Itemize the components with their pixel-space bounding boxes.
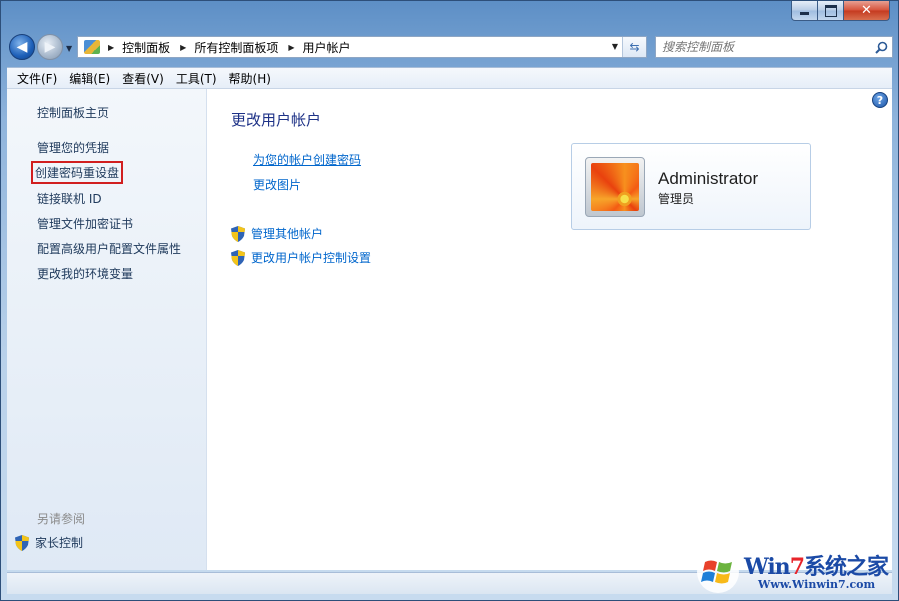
uac-shield-icon [15, 534, 29, 551]
page-title: 更改用户帐户 [231, 111, 322, 129]
content-area: 控制面板主页 管理您的凭据 创建密码重设盘 链接联机 ID 管理文件加密证书 配… [7, 89, 892, 570]
user-name: Administrator [658, 169, 759, 188]
menu-help[interactable]: 帮助(H) [223, 70, 277, 87]
arrow-right-icon: ▶ [44, 39, 56, 55]
breadcrumb-control-panel[interactable]: 控制面板 [122, 39, 170, 56]
parental-controls-link[interactable]: 家长控制 [15, 534, 83, 551]
search-box[interactable] [655, 36, 893, 58]
see-also-heading: 另请参阅 [37, 512, 86, 526]
manage-other-accounts-link[interactable]: 管理其他帐户 [231, 225, 323, 242]
menu-view[interactable]: 查看(V) [116, 70, 170, 87]
refresh-button[interactable]: ⇆ [622, 37, 646, 57]
uac-settings-label: 更改用户帐户控制设置 [251, 251, 372, 265]
watermark-logo: Win7系统之家 Www.Winwin7.com [696, 548, 892, 596]
control-panel-icon [84, 40, 100, 54]
watermark-url: Www.Winwin7.com [758, 578, 876, 591]
back-button[interactable]: ◀ [9, 34, 35, 60]
user-account-tile[interactable]: Administrator 管理员 [571, 143, 811, 230]
forward-button[interactable]: ▶ [37, 34, 63, 60]
minimize-button[interactable] [791, 1, 818, 21]
maximize-button[interactable] [818, 1, 844, 21]
change-picture-link[interactable]: 更改图片 [253, 176, 301, 193]
breadcrumb-all-items[interactable]: 所有控制面板项 [194, 39, 278, 56]
close-button[interactable]: ✕ [844, 1, 890, 21]
navigation-bar: ◀ ▶ ▼ ▶ 控制面板 ▶ 所有控制面板项 ▶ 用户帐户 ▼ ⇆ [7, 31, 893, 61]
flower-picture-icon [591, 163, 639, 211]
create-password-link[interactable]: 为您的帐户创建密码 [253, 151, 361, 168]
chevron-right-icon[interactable]: ▶ [180, 43, 186, 52]
manage-credentials-link[interactable]: 管理您的凭据 [37, 139, 109, 156]
close-icon: ✕ [861, 3, 872, 18]
search-input[interactable] [656, 40, 870, 54]
user-role: 管理员 [658, 192, 695, 206]
main-pane: ? 更改用户帐户 为您的帐户创建密码 更改图片 管理其他帐户 更改用户帐户控制设… [207, 89, 892, 570]
control-panel-home-link[interactable]: 控制面板主页 [37, 104, 109, 121]
uac-shield-icon [231, 225, 245, 242]
caption-buttons: ✕ [791, 1, 890, 21]
link-online-id-link[interactable]: 链接联机 ID [37, 190, 102, 207]
menu-file[interactable]: 文件(F) [11, 70, 63, 87]
menu-bar: 文件(F) 编辑(E) 查看(V) 工具(T) 帮助(H) [7, 67, 892, 89]
menu-tools[interactable]: 工具(T) [170, 70, 223, 87]
manage-other-accounts-label: 管理其他帐户 [251, 227, 324, 241]
arrow-left-icon: ◀ [16, 39, 28, 55]
chevron-right-icon[interactable]: ▶ [108, 43, 114, 52]
windows-logo-icon [697, 551, 739, 593]
help-button[interactable]: ? [872, 92, 888, 108]
menu-edit[interactable]: 编辑(E) [63, 70, 116, 87]
recent-pages-dropdown[interactable]: ▼ [66, 44, 72, 53]
uac-settings-link[interactable]: 更改用户帐户控制设置 [231, 249, 371, 266]
address-dropdown-icon[interactable]: ▼ [612, 42, 618, 51]
avatar[interactable] [585, 157, 645, 217]
create-password-reset-disk-link[interactable]: 创建密码重设盘 [30, 161, 124, 184]
uac-shield-icon [231, 249, 245, 266]
address-bar[interactable]: ▶ 控制面板 ▶ 所有控制面板项 ▶ 用户帐户 ▼ ⇆ [77, 36, 647, 58]
question-icon: ? [876, 93, 884, 107]
left-task-pane: 控制面板主页 管理您的凭据 创建密码重设盘 链接联机 ID 管理文件加密证书 配… [7, 89, 207, 570]
manage-encryption-certificates-link[interactable]: 管理文件加密证书 [37, 215, 133, 232]
environment-variables-link[interactable]: 更改我的环境变量 [37, 265, 133, 282]
control-panel-window: ✕ ◀ ▶ ▼ ▶ 控制面板 ▶ 所有控制面板项 ▶ 用户帐户 ▼ ⇆ 文件(F… [0, 0, 899, 601]
watermark-title: Win7系统之家 [744, 554, 889, 580]
chevron-right-icon[interactable]: ▶ [288, 43, 294, 52]
parental-controls-label: 家长控制 [35, 536, 84, 550]
breadcrumb-user-accounts[interactable]: 用户帐户 [303, 39, 351, 56]
refresh-icon: ⇆ [629, 40, 640, 54]
magnifier-icon[interactable] [870, 41, 892, 54]
advanced-profile-properties-link[interactable]: 配置高级用户配置文件属性 [37, 240, 181, 257]
